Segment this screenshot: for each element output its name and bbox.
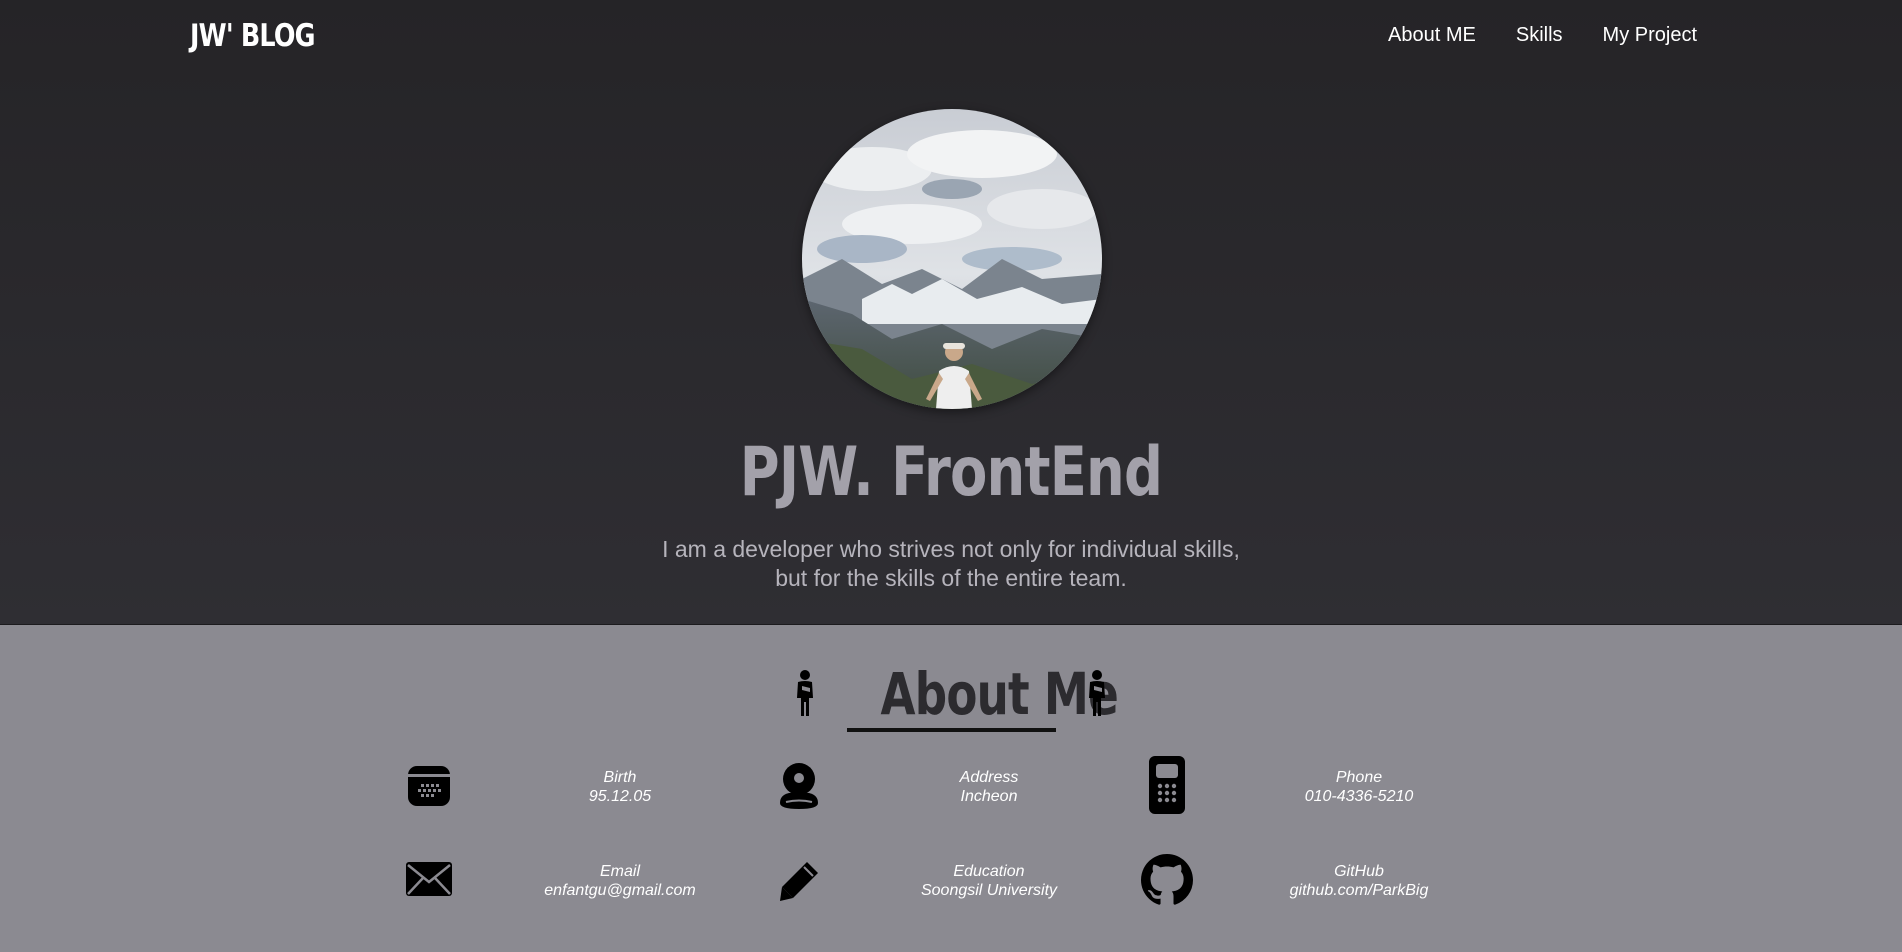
info-label: Email <box>599 863 640 880</box>
hero-section: JW' BLOG About ME Skills My Project PJW.… <box>0 0 1902 625</box>
about-me-underline <box>847 728 1056 732</box>
info-value: 010-4336-5210 <box>1304 788 1414 805</box>
nav-link-skills[interactable]: Skills <box>1516 24 1563 47</box>
info-address: Address Incheon <box>869 768 1109 806</box>
info-label: Education <box>953 863 1025 880</box>
nav-link-my-project[interactable]: My Project <box>1603 24 1697 47</box>
pencil-icon <box>776 858 822 904</box>
nav-links: About ME Skills My Project <box>1388 24 1697 47</box>
person-icon <box>1085 670 1109 721</box>
info-label: Birth <box>603 769 637 786</box>
info-value[interactable]: github.com/ParkBig <box>1239 881 1479 900</box>
mobile-phone-icon <box>1144 753 1190 817</box>
hero-title: PJW. FrontEnd <box>0 433 1902 512</box>
info-value: enfantgu@gmail.com <box>544 882 696 899</box>
person-icon <box>793 670 817 721</box>
envelope-icon <box>404 858 454 900</box>
info-education: Education Soongsil University <box>869 862 1109 900</box>
about-me-header: About Me <box>0 660 1902 735</box>
info-email: Email enfantgu@gmail.com <box>500 862 740 900</box>
navbar: JW' BLOG About ME Skills My Project <box>0 0 1902 76</box>
info-birth: Birth 95.12.05 <box>500 768 740 806</box>
info-github[interactable]: GitHub github.com/ParkBig <box>1239 862 1479 900</box>
info-label: Address <box>959 769 1019 786</box>
location-pin-icon <box>775 760 823 812</box>
hero-description: I am a developer who strives not only fo… <box>0 535 1902 593</box>
info-label: GitHub <box>1334 863 1384 880</box>
brand-logo[interactable]: JW' BLOG <box>190 18 316 54</box>
about-me-title: About Me <box>847 660 1118 728</box>
info-value: 95.12.05 <box>588 788 652 805</box>
info-value: Incheon <box>960 788 1018 805</box>
info-value: Soongsil University <box>920 882 1058 899</box>
profile-photo <box>802 109 1102 409</box>
hero-description-line-1: I am a developer who strives not only fo… <box>662 536 1240 562</box>
about-me-title-text: About Me <box>880 660 1119 728</box>
nav-link-about-me[interactable]: About ME <box>1388 24 1476 47</box>
hero-description-line-2: but for the skills of the entire team. <box>775 565 1127 591</box>
hero-title-text: PJW. FrontEnd <box>739 433 1163 512</box>
info-label: Phone <box>1335 769 1383 786</box>
github-icon[interactable] <box>1140 853 1194 907</box>
calendar-icon <box>405 762 453 810</box>
info-phone: Phone 010-4336-5210 <box>1239 768 1479 806</box>
